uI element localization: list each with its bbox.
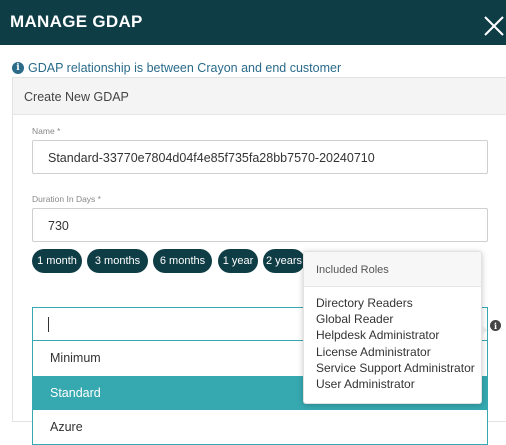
modal-title: MANAGE GDAP bbox=[10, 12, 143, 31]
role-item: Global Reader bbox=[316, 312, 394, 326]
tooltip-header: Included Roles bbox=[304, 252, 481, 287]
role-item: Directory Readers bbox=[316, 296, 413, 310]
tooltip-title: Included Roles bbox=[316, 264, 389, 276]
preset-1-year[interactable]: 1 year bbox=[218, 249, 258, 273]
info-text: GDAP relationship is between Crayon and … bbox=[28, 61, 342, 75]
role-item: User Administrator bbox=[316, 377, 415, 391]
role-item: Service Support Administrator bbox=[316, 361, 475, 375]
panel-title: Create New GDAP bbox=[24, 90, 129, 104]
modal-header: MANAGE GDAP bbox=[0, 0, 506, 45]
text-caret bbox=[48, 317, 49, 332]
duration-label: Duration In Days * bbox=[32, 194, 101, 204]
included-roles-tooltip: Included Roles Directory Readers Global … bbox=[303, 251, 482, 404]
role-item: Helpdesk Administrator bbox=[316, 328, 440, 342]
info-icon: i bbox=[12, 62, 24, 74]
option-label: Azure bbox=[50, 420, 83, 434]
preset-6-months[interactable]: 6 months bbox=[153, 249, 212, 273]
preset-2-years[interactable]: 2 years bbox=[263, 249, 305, 273]
duration-field[interactable]: 730 bbox=[32, 208, 488, 242]
info-message: i GDAP relationship is between Crayon an… bbox=[12, 60, 341, 76]
name-label: Name * bbox=[32, 126, 61, 136]
roles-info-icon[interactable]: i bbox=[490, 320, 501, 331]
role-item: License Administrator bbox=[316, 345, 431, 359]
panel-header: Create New GDAP bbox=[13, 78, 506, 115]
option-label: Minimum bbox=[50, 351, 101, 365]
preset-3-months[interactable]: 3 months bbox=[87, 249, 148, 273]
duration-value: 730 bbox=[48, 219, 69, 233]
close-icon[interactable] bbox=[482, 14, 506, 38]
option-label: Standard bbox=[50, 386, 101, 400]
tooltip-arrow bbox=[481, 324, 487, 336]
preset-1-month[interactable]: 1 month bbox=[32, 249, 82, 273]
option-azure[interactable]: Azure bbox=[33, 410, 487, 444]
name-field[interactable]: Standard-33770e7804d04f4e85f735fa28bb757… bbox=[32, 140, 488, 174]
name-value: Standard-33770e7804d04f4e85f735fa28bb757… bbox=[48, 151, 375, 165]
